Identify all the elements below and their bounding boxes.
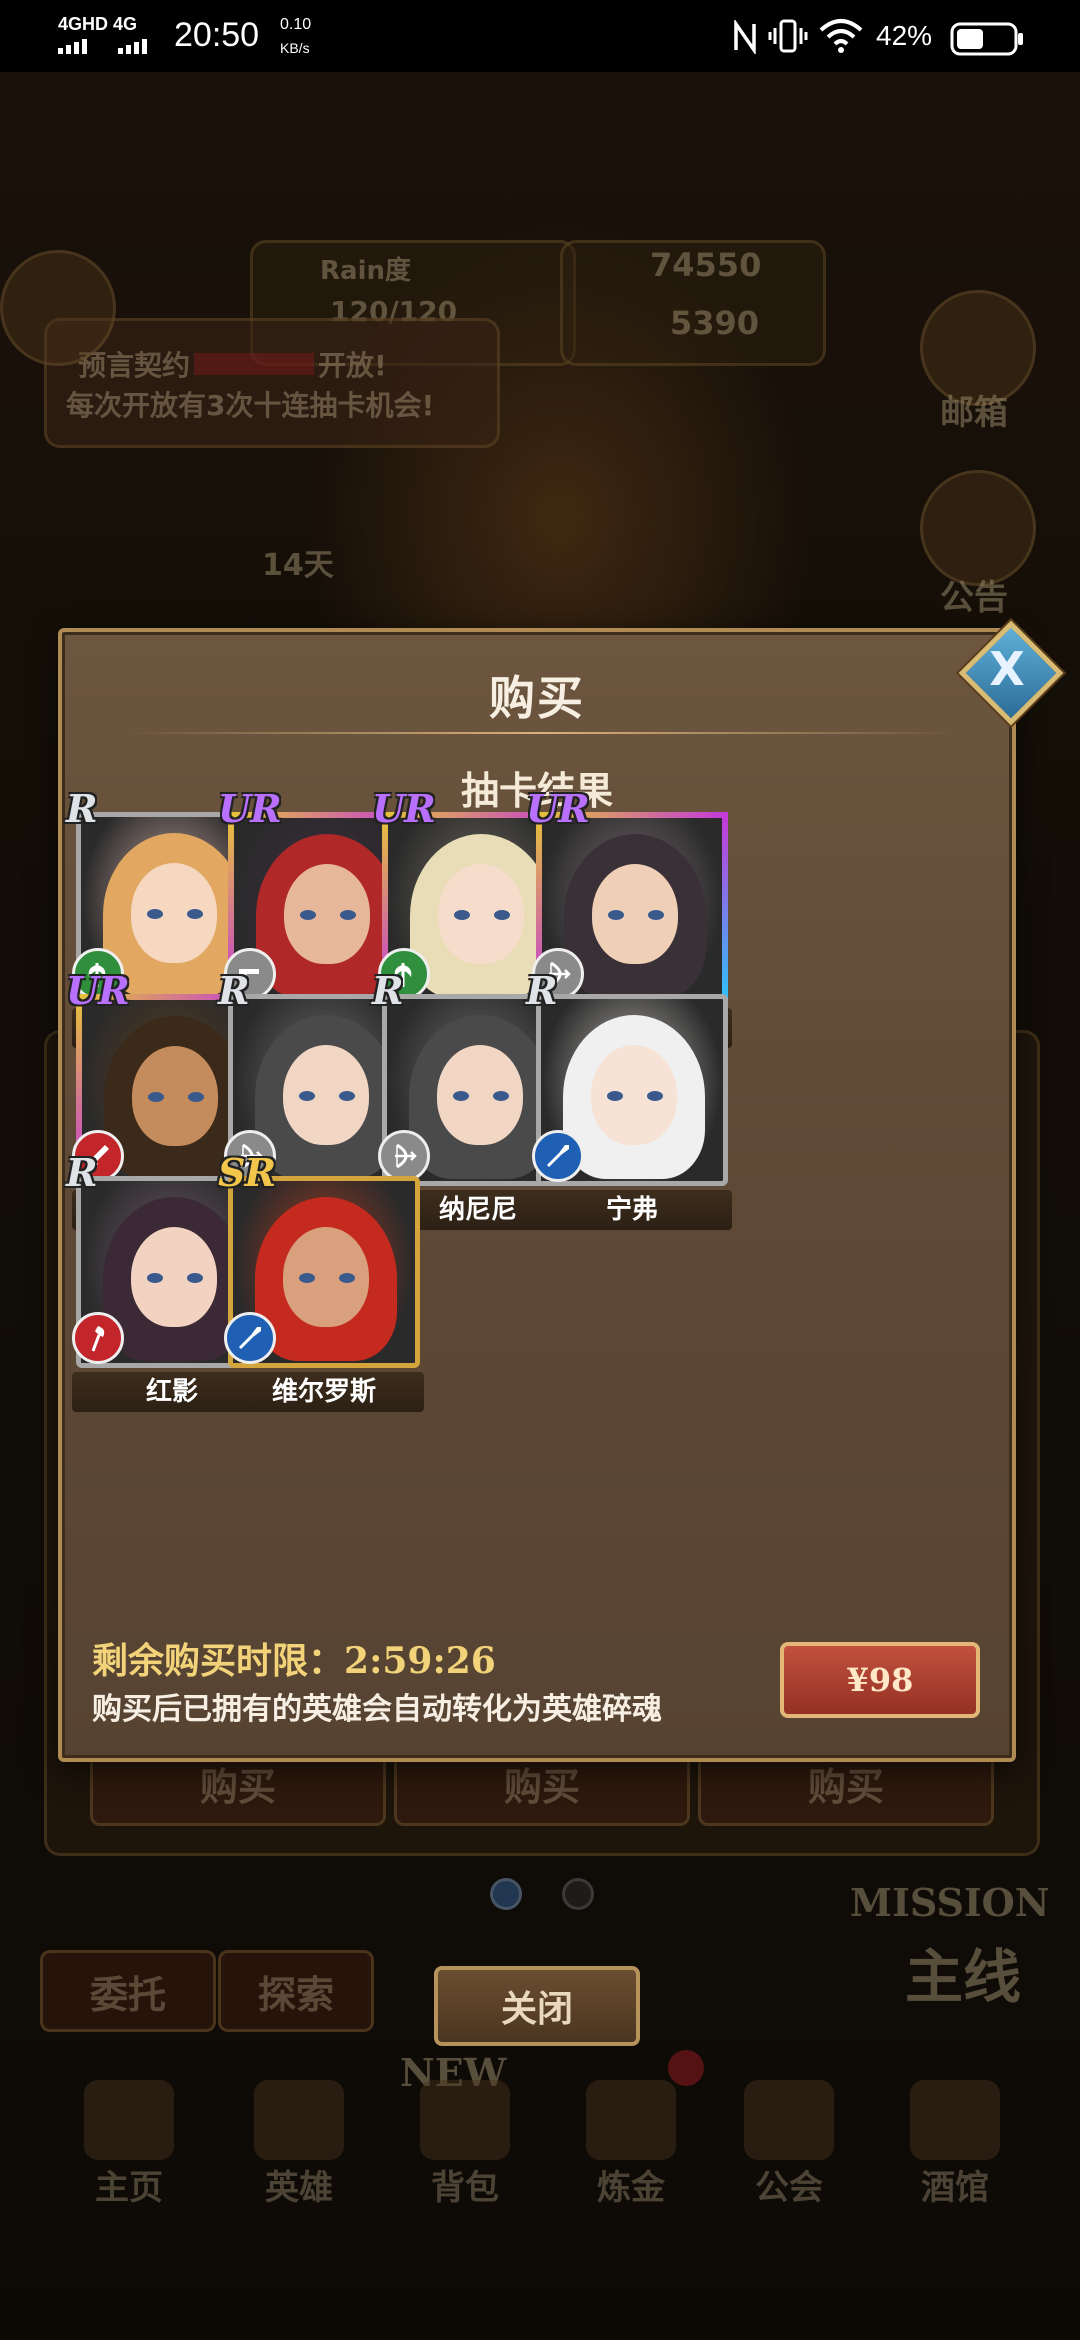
hero-eyes: [147, 1273, 203, 1285]
nfc-icon: [732, 18, 758, 58]
hero-card[interactable]: R 宁弗: [526, 968, 732, 1230]
title-divider: [126, 732, 956, 734]
hero-eyes: [148, 1092, 204, 1104]
rarity-badge: UR: [66, 968, 130, 1013]
battery-icon: [950, 22, 1024, 56]
hero-eyes: [454, 910, 510, 922]
hero-card[interactable]: SR 维尔罗斯: [218, 1150, 424, 1412]
hero-eyes: [300, 910, 356, 922]
hero-eyes: [147, 909, 203, 921]
net-speed-unit: KB/s: [280, 40, 310, 56]
class-spear-icon: [532, 1130, 584, 1182]
signal-icon: [58, 38, 168, 54]
clock: 20:50: [174, 16, 260, 54]
rarity-badge: R: [526, 968, 558, 1013]
status-bar: 4GHD 4G 20:50 0.10 KB/s 42%: [0, 0, 1080, 72]
rarity-badge: R: [372, 968, 404, 1013]
timer-label: 剩余购买时限：: [92, 1640, 345, 1682]
rarity-badge: UR: [526, 786, 590, 831]
hero-eyes: [607, 1091, 663, 1103]
rarity-badge: UR: [218, 786, 282, 831]
rarity-badge: R: [218, 968, 250, 1013]
hero-name: 宁弗: [532, 1190, 732, 1230]
rarity-badge: R: [66, 786, 98, 831]
hero-eyes: [299, 1273, 355, 1285]
hero-eyes: [453, 1091, 509, 1103]
vibrate-icon: [768, 18, 808, 58]
timer-value: 2:59:26: [344, 1640, 496, 1682]
hero-name: 维尔罗斯: [224, 1372, 424, 1412]
close-icon: X: [989, 642, 1025, 696]
net-speed-value: 0.10: [280, 16, 312, 33]
hero-eyes: [608, 910, 664, 922]
remaining-time: 剩余购买时限：2:59:26: [92, 1632, 496, 1684]
dialog-close-button[interactable]: X: [958, 620, 1064, 726]
class-staff-icon: [72, 1312, 124, 1364]
wifi-icon: [818, 18, 864, 58]
rarity-badge: SR: [218, 1150, 276, 1195]
dialog-title: 购买: [489, 671, 585, 725]
close-button[interactable]: 关闭: [434, 1966, 640, 2046]
hero-eyes: [299, 1091, 355, 1103]
network-indicator: 4GHD 4G: [58, 14, 138, 34]
price-button[interactable]: ¥98: [780, 1642, 980, 1718]
rarity-badge: UR: [372, 786, 436, 831]
class-spear-icon: [224, 1312, 276, 1364]
purchase-dialog: 购买 抽卡结果 R欧班UR奇拉UR派琪UR艾席拉UR亚萨R纳尼尼R纳尼尼R宁弗R…: [58, 628, 1016, 1762]
conversion-note: 购买后已拥有的英雄会自动转化为英雄碎魂: [92, 1692, 662, 1727]
battery-percent: 42%: [876, 20, 933, 51]
rarity-badge: R: [66, 1150, 98, 1195]
